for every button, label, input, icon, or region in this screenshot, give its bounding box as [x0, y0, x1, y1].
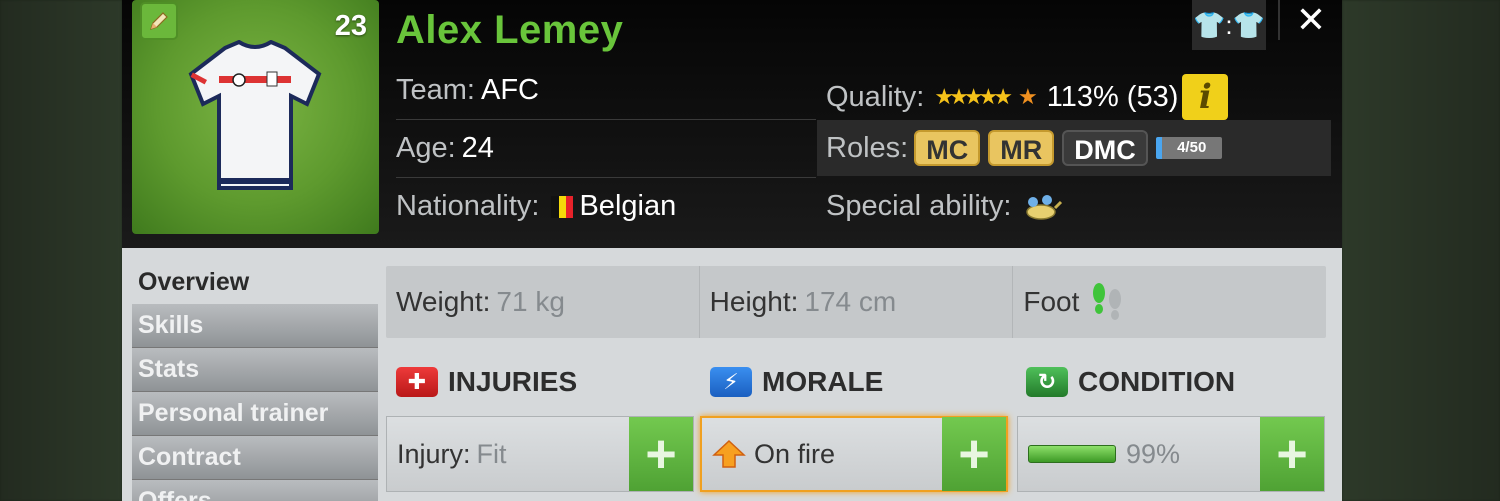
plus-icon: + — [958, 424, 990, 484]
player-header: 23 Alex Lemey Team: AFC Age: 24 National… — [122, 0, 1342, 248]
special-ability-label: Special ability: — [826, 190, 1012, 222]
weight-label: Weight: — [396, 286, 491, 317]
height-label: Height: — [709, 286, 799, 317]
special-ability-row: Special ability: — [826, 190, 1063, 223]
arrow-up-icon — [712, 439, 746, 468]
weight-cell: Weight: 71 kg — [386, 266, 700, 338]
info-button[interactable]: i — [1182, 74, 1229, 120]
weight-value: 71 kg — [496, 286, 565, 317]
shirt-number: 23 — [334, 10, 367, 42]
nav-item-overview[interactable]: Overview — [132, 260, 378, 304]
condition-icon: ↻ — [1026, 367, 1068, 397]
roles-row: Roles: MC MR DMC 4/50 — [826, 130, 1222, 166]
lightning-icon: ⚡ — [710, 367, 752, 397]
height-cell: Height: 174 cm — [700, 266, 1014, 338]
nav-item-personal-trainer[interactable]: Personal trainer — [132, 392, 378, 436]
morale-value: On fire — [754, 438, 836, 469]
injury-value: Fit — [476, 438, 507, 469]
team-value[interactable]: AFC — [481, 74, 539, 107]
role-chip-dmc[interactable]: DMC — [1062, 130, 1148, 166]
shirt-icon — [188, 40, 322, 190]
kit-swap-button[interactable]: 👕:👕 — [1192, 0, 1266, 50]
age-value: 24 — [461, 132, 494, 164]
foot-label: Foot — [1023, 286, 1080, 317]
shirt-swap-icon: 👕:👕 — [1193, 9, 1265, 40]
plus-icon: + — [645, 424, 677, 484]
quality-stars: ★ ★ ★ ★ ★ ★ — [934, 84, 1038, 109]
star-icon: ★ — [934, 84, 954, 109]
close-button[interactable]: ✕ — [1280, 0, 1342, 40]
injury-status: Injury: Fit — [387, 439, 629, 470]
condition-plus-button[interactable]: + — [1260, 417, 1324, 491]
condition-status-box: 99% + — [1017, 416, 1325, 492]
age-label: Age: — [396, 132, 456, 164]
player-nav: Overview Skills Stats Personal trainer C… — [132, 260, 378, 501]
divider — [396, 119, 816, 120]
roles-label: Roles: — [826, 131, 909, 164]
nav-item-contract[interactable]: Contract — [132, 436, 378, 480]
overview-content: Weight: 71 kg Height: 174 cm Foot — [386, 266, 1326, 338]
star-icon: ★ — [978, 84, 999, 109]
star-icon: ★ — [993, 84, 1013, 109]
injury-label: Injury: — [397, 438, 471, 469]
nationality-label: Nationality: — [396, 190, 540, 222]
nav-item-stats[interactable]: Stats — [132, 348, 378, 392]
nationality-value: Belgian — [579, 190, 677, 222]
quality-value: 113% (53) — [1046, 80, 1179, 113]
foot-cell: Foot — [1013, 266, 1326, 338]
player-portrait: 23 — [132, 0, 379, 234]
role-chip-mr[interactable]: MR — [988, 130, 1055, 166]
nationality-row: Nationality: Belgian — [396, 190, 676, 223]
injuries-title-text: INJURIES — [448, 366, 578, 397]
nav-item-offers[interactable]: Offers — [132, 480, 378, 501]
injury-status-box: Injury: Fit + — [386, 416, 694, 492]
plus-icon: + — [1276, 424, 1308, 484]
condition-title: ↻ CONDITION — [1026, 366, 1235, 398]
quality-label: Quality: — [826, 80, 925, 113]
half-star-icon: ★ — [1018, 84, 1038, 109]
injuries-title: ✚ INJURIES — [396, 366, 577, 398]
player-name: Alex Lemey — [396, 8, 624, 52]
player-panel: 23 Alex Lemey Team: AFC Age: 24 National… — [122, 0, 1342, 501]
background-right — [1342, 0, 1500, 501]
morale-status: On fire — [702, 439, 942, 470]
team-row: Team: AFC — [396, 74, 539, 107]
roles-progress-bar: 4/50 — [1155, 137, 1222, 159]
condition-status: 99% — [1018, 439, 1260, 470]
special-ability-icon[interactable] — [1023, 192, 1063, 222]
morale-status-box: On fire + — [700, 416, 1008, 492]
condition-value: 99% — [1126, 438, 1181, 469]
pencil-icon — [150, 12, 168, 30]
role-chip-mc[interactable]: MC — [914, 130, 981, 166]
star-icon: ★ — [963, 84, 984, 109]
injury-plus-button[interactable]: + — [629, 417, 693, 491]
morale-plus-button[interactable]: + — [942, 417, 1006, 491]
stage: 23 Alex Lemey Team: AFC Age: 24 National… — [0, 0, 1500, 501]
height-value: 174 cm — [804, 286, 897, 317]
star-icon: ★ — [949, 84, 969, 109]
condition-title-text: CONDITION — [1078, 366, 1236, 397]
first-aid-icon: ✚ — [396, 367, 438, 397]
belgium-flag-icon — [551, 195, 574, 218]
footprints-icon — [1093, 283, 1122, 320]
physical-stats: Weight: 71 kg Height: 174 cm Foot — [386, 266, 1326, 338]
condition-bar — [1028, 445, 1116, 463]
team-label: Team: — [396, 74, 475, 106]
divider — [396, 177, 816, 178]
morale-title-text: MORALE — [762, 366, 884, 397]
edit-button[interactable] — [140, 2, 178, 40]
quality-row: Quality: ★ ★ ★ ★ ★ ★ 113% (53) i — [826, 74, 1229, 120]
background-left — [0, 0, 122, 501]
nav-item-skills[interactable]: Skills — [132, 304, 378, 348]
age-row: Age: 24 — [396, 132, 494, 165]
morale-title: ⚡ MORALE — [710, 366, 883, 398]
